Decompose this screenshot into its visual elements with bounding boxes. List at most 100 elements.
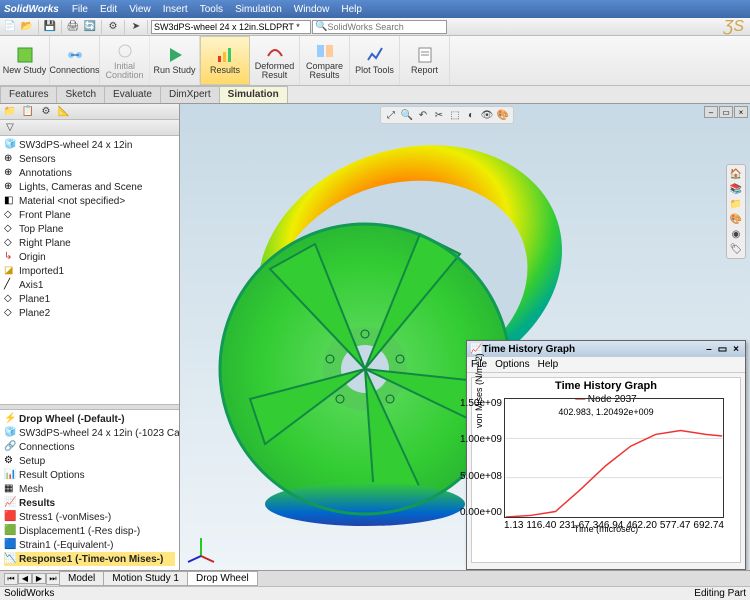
select-icon[interactable]: ➤ [128,19,144,35]
close-icon[interactable]: × [730,344,742,355]
report-icon [416,46,434,64]
ribbon-new-study[interactable]: New Study [0,36,50,85]
tree-item[interactable]: ◇Plane1 [4,292,175,306]
appearances-icon[interactable]: ◉ [729,227,743,241]
view-palette-icon[interactable]: 🎨 [729,212,743,226]
graphics-viewport[interactable]: – ▭ × ⤢ 🔍 ↶ ✂ ⬚ ◐ 👁 🎨 🏠 📚 📁 🎨 ◉ 🏷 [180,104,750,570]
tab-scroll-first-icon[interactable]: ⏮ [4,573,18,585]
tab-evaluate[interactable]: Evaluate [104,86,161,103]
menu-edit[interactable]: Edit [95,3,122,16]
property-tab-icon[interactable]: 📋 [20,104,36,120]
result-plot[interactable]: 🟦Strain1 (-Equivalent-) [4,538,175,552]
menu-file[interactable]: File [67,3,93,16]
tree-item[interactable]: ╱Axis1 [4,278,175,292]
dim-tab-icon[interactable]: 📐 [56,104,72,120]
tab-scroll-next-icon[interactable]: ▶ [32,573,46,584]
study-root[interactable]: ⚡Drop Wheel (-Default-) [4,412,175,426]
graph-title-bar[interactable]: 📈 Time History Graph – ▭ × [467,341,745,357]
connections-icon: 🔗 [4,441,16,453]
filter-icon[interactable]: ▽ [2,120,18,136]
run-icon [166,46,184,64]
tree-item[interactable]: ↳Origin [4,250,175,264]
custom-props-icon[interactable]: 🏷 [729,242,743,256]
btab-motion[interactable]: Motion Study 1 [103,571,188,586]
save-icon[interactable]: 💾 [42,19,58,35]
mesh-icon: ▦ [4,483,16,495]
document-name: SW3dPS-wheel 24 x 12in.SLDPRT * [151,20,311,34]
feature-tree[interactable]: 🧊SW3dPS-wheel 24 x 12in ⊕Sensors ⊕Annota… [0,136,179,404]
ribbon-deformed-result[interactable]: Deformed Result [250,36,300,85]
results-node[interactable]: 📈Results [4,496,175,510]
options-icon[interactable]: ⚙ [105,19,121,35]
time-history-graph-window[interactable]: 📈 Time History Graph – ▭ × File Options … [466,340,746,570]
tab-scroll-last-icon[interactable]: ⏭ [46,573,60,585]
simulation-tree[interactable]: ⚡Drop Wheel (-Default-) 🧊SW3dPS-wheel 24… [0,410,179,570]
new-icon[interactable]: 📄 [2,19,18,35]
menu-tools[interactable]: Tools [195,3,228,16]
print-icon[interactable]: 🖨 [65,19,81,35]
tree-item[interactable]: ⊕Lights, Cameras and Scene [4,180,175,194]
lights-icon: ⊕ [4,181,16,193]
restore-icon[interactable]: ▭ [719,106,733,118]
tree-item[interactable]: ◇Plane2 [4,306,175,320]
design-lib-icon[interactable]: 📚 [729,182,743,196]
tree-item[interactable]: ⊕Annotations [4,166,175,180]
config-tab-icon[interactable]: ⚙ [38,104,54,120]
result-plot[interactable]: 🟥Stress1 (-vonMises-) [4,510,175,524]
result-plot[interactable]: 🟩Displacement1 (-Res disp-) [4,524,175,538]
title-bar: SolidWorks File Edit View Insert Tools S… [0,0,750,18]
tab-features[interactable]: Features [0,86,57,103]
ribbon-run-study[interactable]: Run Study [150,36,200,85]
btab-model[interactable]: Model [59,571,104,586]
close-icon[interactable]: × [734,106,748,118]
tab-simulation[interactable]: Simulation [219,86,288,103]
origin-icon: ↳ [4,251,16,263]
search-box[interactable]: 🔍 [312,20,447,34]
graph-menu-options[interactable]: Options [495,359,529,370]
tree-item[interactable]: ◇Right Plane [4,236,175,250]
tab-sketch[interactable]: Sketch [56,86,105,103]
ribbon-compare-results[interactable]: Compare Results [300,36,350,85]
graph-menu-help[interactable]: Help [538,359,559,370]
result-plot-active[interactable]: 📉Response1 (-Time-von Mises-) [4,552,175,566]
study-part[interactable]: 🧊SW3dPS-wheel 24 x 12in (-1023 Carbon St… [4,426,175,440]
tree-item[interactable]: ◇Front Plane [4,208,175,222]
ribbon-results[interactable]: Results [200,36,250,85]
ribbon-plot-tools[interactable]: Plot Tools [350,36,400,85]
tab-scroll-prev-icon[interactable]: ◀ [18,573,32,584]
tree-item[interactable]: ◇Top Plane [4,222,175,236]
fm-tab-icon[interactable]: 📁 [2,104,18,120]
task-pane: 🏠 📚 📁 🎨 ◉ 🏷 [726,164,746,259]
file-explorer-icon[interactable]: 📁 [729,197,743,211]
ribbon-initial-condition[interactable]: Initial Condition [100,36,150,85]
menu-window[interactable]: Window [289,3,335,16]
menu-help[interactable]: Help [336,3,367,16]
connections-icon [66,46,84,64]
menu-insert[interactable]: Insert [158,3,193,16]
tree-item[interactable]: ◧Material <not specified> [4,194,175,208]
tree-item[interactable]: ⊕Sensors [4,152,175,166]
tree-item[interactable]: ▦Mesh [4,482,175,496]
graph-window-title: Time History Graph [482,344,575,355]
menu-view[interactable]: View [124,3,156,16]
plot-tools-icon [366,46,384,64]
tree-item[interactable]: 📊Result Options [4,468,175,482]
tree-item[interactable]: ⚙Setup [4,454,175,468]
resources-icon[interactable]: 🏠 [729,167,743,181]
minimize-icon[interactable]: – [704,106,718,118]
ribbon-report[interactable]: Report [400,36,450,85]
tree-item[interactable]: 🔗Connections [4,440,175,454]
rebuild-icon[interactable]: 🔄 [82,19,98,35]
btab-drop-wheel[interactable]: Drop Wheel [187,571,258,586]
maximize-icon[interactable]: ▭ [715,344,730,355]
open-icon[interactable]: 📂 [19,19,35,35]
tree-root[interactable]: 🧊SW3dPS-wheel 24 x 12in [4,138,175,152]
minimize-icon[interactable]: – [703,344,715,355]
tree-item[interactable]: ◪Imported1 [4,264,175,278]
orientation-triad[interactable] [186,534,216,564]
search-input[interactable] [327,22,444,32]
ribbon-connections[interactable]: Connections [50,36,100,85]
menu-simulation[interactable]: Simulation [230,3,287,16]
command-ribbon: New Study Connections Initial Condition … [0,36,750,86]
tab-dimxpert[interactable]: DimXpert [160,86,220,103]
